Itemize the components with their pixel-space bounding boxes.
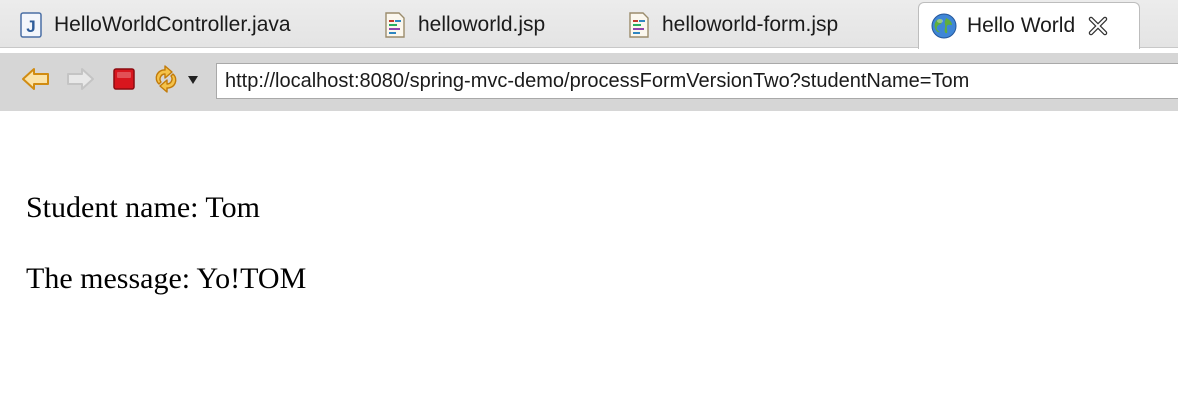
tab-label: helloworld-form.jsp [662, 13, 839, 36]
url-field[interactable] [216, 63, 1178, 99]
back-arrow-icon [21, 66, 51, 97]
jsp-file-icon [384, 12, 406, 38]
stop-icon [112, 67, 136, 96]
page-content: Student name: Tom The message: Yo!TOM [26, 190, 306, 332]
jsp-file-icon [628, 12, 650, 38]
close-icon[interactable] [1087, 15, 1109, 37]
tab-hello-world[interactable]: Hello World [918, 2, 1140, 49]
stop-button[interactable] [108, 65, 140, 97]
browser-toolbar [0, 53, 1178, 111]
message-text: The message: Yo!TOM [26, 262, 307, 295]
forward-arrow-icon [65, 66, 95, 97]
globe-icon [931, 13, 957, 39]
refresh-button[interactable] [150, 64, 182, 99]
student-name-text: Student name: Tom [26, 191, 260, 224]
svg-text:J: J [26, 17, 35, 36]
java-file-icon: J [20, 12, 42, 38]
back-button[interactable] [20, 65, 52, 97]
tab-label: helloworld.jsp [418, 13, 546, 36]
tab-helloworld-form-jsp[interactable]: helloworld-form.jsp [628, 2, 838, 48]
refresh-icon [151, 64, 181, 99]
tab-helloworld-jsp[interactable]: helloworld.jsp [384, 2, 545, 48]
tab-label: Hello World [967, 14, 1076, 37]
refresh-dropdown-arrow[interactable] [188, 76, 198, 84]
forward-button[interactable] [64, 65, 96, 97]
editor-tab-bar: J HelloWorldController.java helloworld.j… [0, 0, 1178, 49]
tab-label: HelloWorldController.java [54, 13, 291, 36]
tab-hello-world-controller[interactable]: J HelloWorldController.java [20, 2, 291, 48]
